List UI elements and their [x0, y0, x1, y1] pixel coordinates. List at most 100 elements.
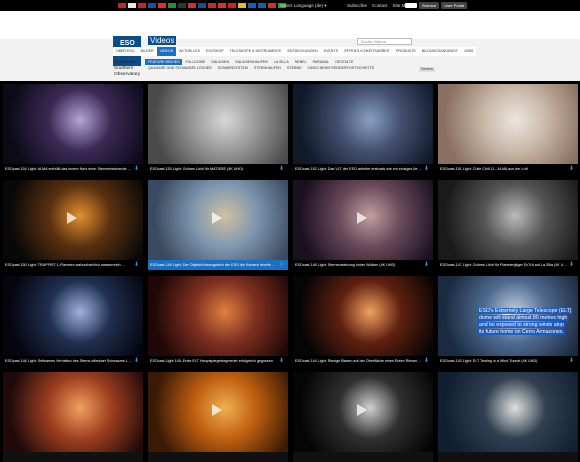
- nav-item[interactable]: TELESKOPE & INSTRUMENTE: [227, 47, 285, 56]
- download-icon[interactable]: ⬇: [134, 166, 140, 172]
- video-card[interactable]: ESOcast 152 Light: Das VLT der ESO arbei…: [293, 84, 433, 174]
- nav-item[interactable]: ÜBER ESO: [113, 47, 138, 56]
- overlay-line: dome will stand almost 80 metres high: [478, 315, 569, 321]
- flag-icon[interactable]: [238, 3, 246, 8]
- video-title[interactable]: ESOcast 143 Light: ELT Testing in a Wind…: [438, 356, 578, 366]
- nav-item[interactable]: ENTDECKUNGEN: [284, 47, 320, 56]
- video-thumbnail[interactable]: [293, 276, 433, 356]
- download-icon[interactable]: ⬇: [569, 358, 575, 364]
- video-thumbnail[interactable]: [438, 372, 578, 452]
- download-icon[interactable]: ⬇: [424, 166, 430, 172]
- video-thumbnail[interactable]: [3, 276, 143, 356]
- video-overlay-text: ESO's Extremely Large Telescope (ELT) dom…: [478, 308, 573, 336]
- search-input[interactable]: Suche Videos: [357, 38, 412, 45]
- download-icon[interactable]: ⬇: [134, 358, 140, 364]
- nav-item[interactable]: ÖFFENTLICHKEITSARBEIT: [341, 47, 393, 56]
- download-icon[interactable]: ⬇: [424, 262, 430, 268]
- category-item[interactable]: STERNHAUFEN: [251, 65, 284, 71]
- download-icon[interactable]: ⬇: [279, 166, 285, 172]
- flag-icon[interactable]: [198, 3, 206, 8]
- flag-icon[interactable]: [228, 3, 236, 8]
- video-title[interactable]: ESOcast Light 145: Erste ELT Hauptspiege…: [148, 356, 288, 366]
- video-title[interactable]: ESOcast 144 Light: Riesige Blasen auf de…: [293, 356, 433, 366]
- category-item[interactable]: QUASARE UND SCHWARZE LÖCHER: [145, 65, 215, 71]
- nav-item[interactable]: PRODUKTE: [393, 47, 419, 56]
- flag-icon[interactable]: [188, 3, 196, 8]
- video-title[interactable]: ESOcast 152 Light: Das VLT der ESO arbei…: [293, 164, 433, 174]
- video-card[interactable]: ESOcast Light 145: Erste ELT Hauptspiege…: [148, 276, 288, 366]
- video-card[interactable]: ESOcast 154 Light: ALMA enthüllt das inn…: [3, 84, 143, 174]
- flag-icon[interactable]: [118, 3, 126, 8]
- flag-icon[interactable]: [268, 3, 276, 8]
- video-thumbnail[interactable]: [3, 84, 143, 164]
- video-title[interactable]: ESOcast 149 Light: Der Objektivlinsengab…: [148, 260, 288, 270]
- flag-icon[interactable]: [168, 3, 176, 8]
- download-icon[interactable]: ⬇: [569, 166, 575, 172]
- nav-item[interactable]: ESOSHOP: [203, 47, 227, 56]
- top-links: Subscribe Contact Site Map: [347, 0, 410, 11]
- video-title[interactable]: ESOcast 150 Light: TRAPPIST-1-Planeten w…: [3, 260, 143, 270]
- category-item[interactable]: SONNENSYSTEM: [215, 65, 251, 71]
- video-card[interactable]: ESOcast 148 Light: Sternentstehung hinte…: [293, 180, 433, 270]
- play-icon[interactable]: [212, 212, 222, 224]
- flag-icon[interactable]: [218, 3, 226, 8]
- video-thumbnail[interactable]: [293, 84, 433, 164]
- play-icon[interactable]: [67, 212, 77, 224]
- video-thumbnail[interactable]: [148, 276, 288, 356]
- play-icon[interactable]: [357, 212, 367, 224]
- flag-icon[interactable]: [248, 3, 256, 8]
- video-thumbnail[interactable]: [438, 84, 578, 164]
- video-title[interactable]: ESOcast 153 Light: Grünes Licht für MATI…: [148, 164, 288, 174]
- play-icon[interactable]: [212, 404, 222, 416]
- search-button[interactable]: Search: [419, 67, 436, 72]
- category-item[interactable]: VIDEO NEWS RENDERFORTSCHRITTE: [304, 65, 377, 71]
- download-icon[interactable]: ⬇: [134, 262, 140, 268]
- video-title[interactable]: ESOcast 151 Light: Chile Chill 11 - ALMA…: [438, 164, 578, 174]
- video-card[interactable]: ESOcast 150 Light: TRAPPIST-1-Planeten w…: [3, 180, 143, 270]
- flag-icon[interactable]: [208, 3, 216, 8]
- video-card[interactable]: ESOcast 146 Light: Seltsames Verhalten d…: [3, 276, 143, 366]
- video-thumbnail[interactable]: [3, 372, 143, 452]
- language-selector[interactable]: Select Language (de) ▾: [280, 0, 327, 11]
- science-button[interactable]: Science: [419, 2, 440, 9]
- nav-item[interactable]: AKTUELLES: [176, 47, 203, 56]
- nav-item[interactable]: JOBS: [461, 47, 476, 56]
- video-thumbnail[interactable]: [438, 180, 578, 260]
- flag-icon[interactable]: [258, 3, 266, 8]
- download-icon[interactable]: ⬇: [569, 262, 575, 268]
- user-portal-button[interactable]: User Portal: [441, 2, 468, 9]
- flag-icon[interactable]: [158, 3, 166, 8]
- flag-icon[interactable]: [138, 3, 146, 8]
- contact-link[interactable]: Contact: [372, 0, 388, 11]
- play-icon[interactable]: [357, 404, 367, 416]
- video-title[interactable]: ESOcast 146 Light: Seltsames Verhalten d…: [3, 356, 143, 366]
- video-title[interactable]: ESOcast 154 Light: ALMA enthüllt das inn…: [3, 164, 143, 174]
- video-card[interactable]: [293, 372, 433, 462]
- download-icon[interactable]: ⬇: [279, 358, 285, 364]
- video-card[interactable]: ESOcast 147 Light: Grünes Licht für Plan…: [438, 180, 578, 270]
- category-item[interactable]: STERNE: [284, 65, 305, 71]
- nav-item[interactable]: BILDER: [138, 47, 157, 56]
- nav-item[interactable]: EVENTS: [321, 47, 341, 56]
- download-icon[interactable]: ⬇: [424, 358, 430, 364]
- subscribe-link[interactable]: Subscribe: [347, 0, 367, 11]
- nav-item[interactable]: BILDUNGSANGEBOT: [419, 47, 461, 56]
- top-search-icon[interactable]: [405, 3, 417, 8]
- flag-icon[interactable]: [128, 3, 136, 8]
- video-card[interactable]: ESOcast 149 Light: Der Objektivlinsengab…: [148, 180, 288, 270]
- video-title[interactable]: ESOcast 147 Light: Grünes Licht für Plan…: [438, 260, 578, 270]
- download-icon[interactable]: ⬇: [279, 262, 285, 268]
- video-card[interactable]: ESOcast 151 Light: Chile Chill 11 - ALMA…: [438, 84, 578, 174]
- video-card[interactable]: ESO's Extremely Large Telescope (ELT) dom…: [438, 276, 578, 366]
- video-card[interactable]: ESOcast 153 Light: Grünes Licht für MATI…: [148, 84, 288, 174]
- video-title[interactable]: ESOcast 148 Light: Sternentstehung hinte…: [293, 260, 433, 270]
- header-band: [0, 11, 580, 39]
- nav-item[interactable]: VIDEOS: [156, 47, 177, 56]
- video-card[interactable]: [3, 372, 143, 462]
- flag-icon[interactable]: [148, 3, 156, 8]
- video-card[interactable]: [438, 372, 578, 462]
- flag-icon[interactable]: [178, 3, 186, 8]
- video-card[interactable]: ESOcast 144 Light: Riesige Blasen auf de…: [293, 276, 433, 366]
- video-card[interactable]: [148, 372, 288, 462]
- video-thumbnail[interactable]: [148, 84, 288, 164]
